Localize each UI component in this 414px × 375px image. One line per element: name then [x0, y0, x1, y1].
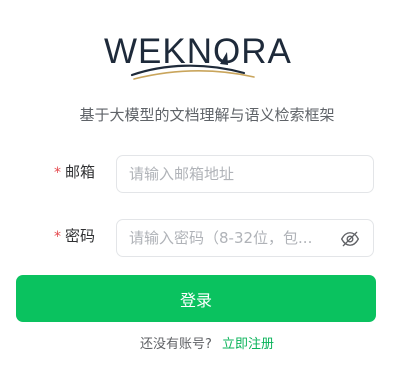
- signup-prompt: 还没有账号? 立即注册: [0, 333, 414, 352]
- eye-off-icon[interactable]: [340, 229, 360, 249]
- password-row: * 密码: [0, 219, 414, 259]
- email-label: * 邮箱: [54, 161, 95, 182]
- password-field[interactable]: [116, 219, 374, 257]
- password-input[interactable]: [129, 220, 329, 256]
- login-button[interactable]: 登录: [16, 275, 376, 322]
- tagline: 基于大模型的文档理解与语义检索框架: [79, 106, 335, 124]
- email-row: * 邮箱: [0, 155, 414, 195]
- brand-logo: WEKNORA: [104, 28, 291, 88]
- logo-swoosh-icon: [130, 52, 255, 80]
- email-field[interactable]: [116, 155, 374, 193]
- required-mark: *: [54, 165, 61, 181]
- email-input[interactable]: [129, 156, 361, 192]
- required-mark: *: [54, 229, 61, 245]
- password-label-text: 密码: [65, 227, 96, 245]
- email-label-text: 邮箱: [65, 163, 96, 181]
- login-page: WEKNORA 基于大模型的文档理解与语义检索框架 *邮箱 *密码 登录: [0, 0, 414, 375]
- signup-link[interactable]: 立即注册: [222, 337, 274, 352]
- signup-prompt-text: 还没有账号?: [140, 337, 212, 352]
- password-label: * 密码: [54, 225, 95, 246]
